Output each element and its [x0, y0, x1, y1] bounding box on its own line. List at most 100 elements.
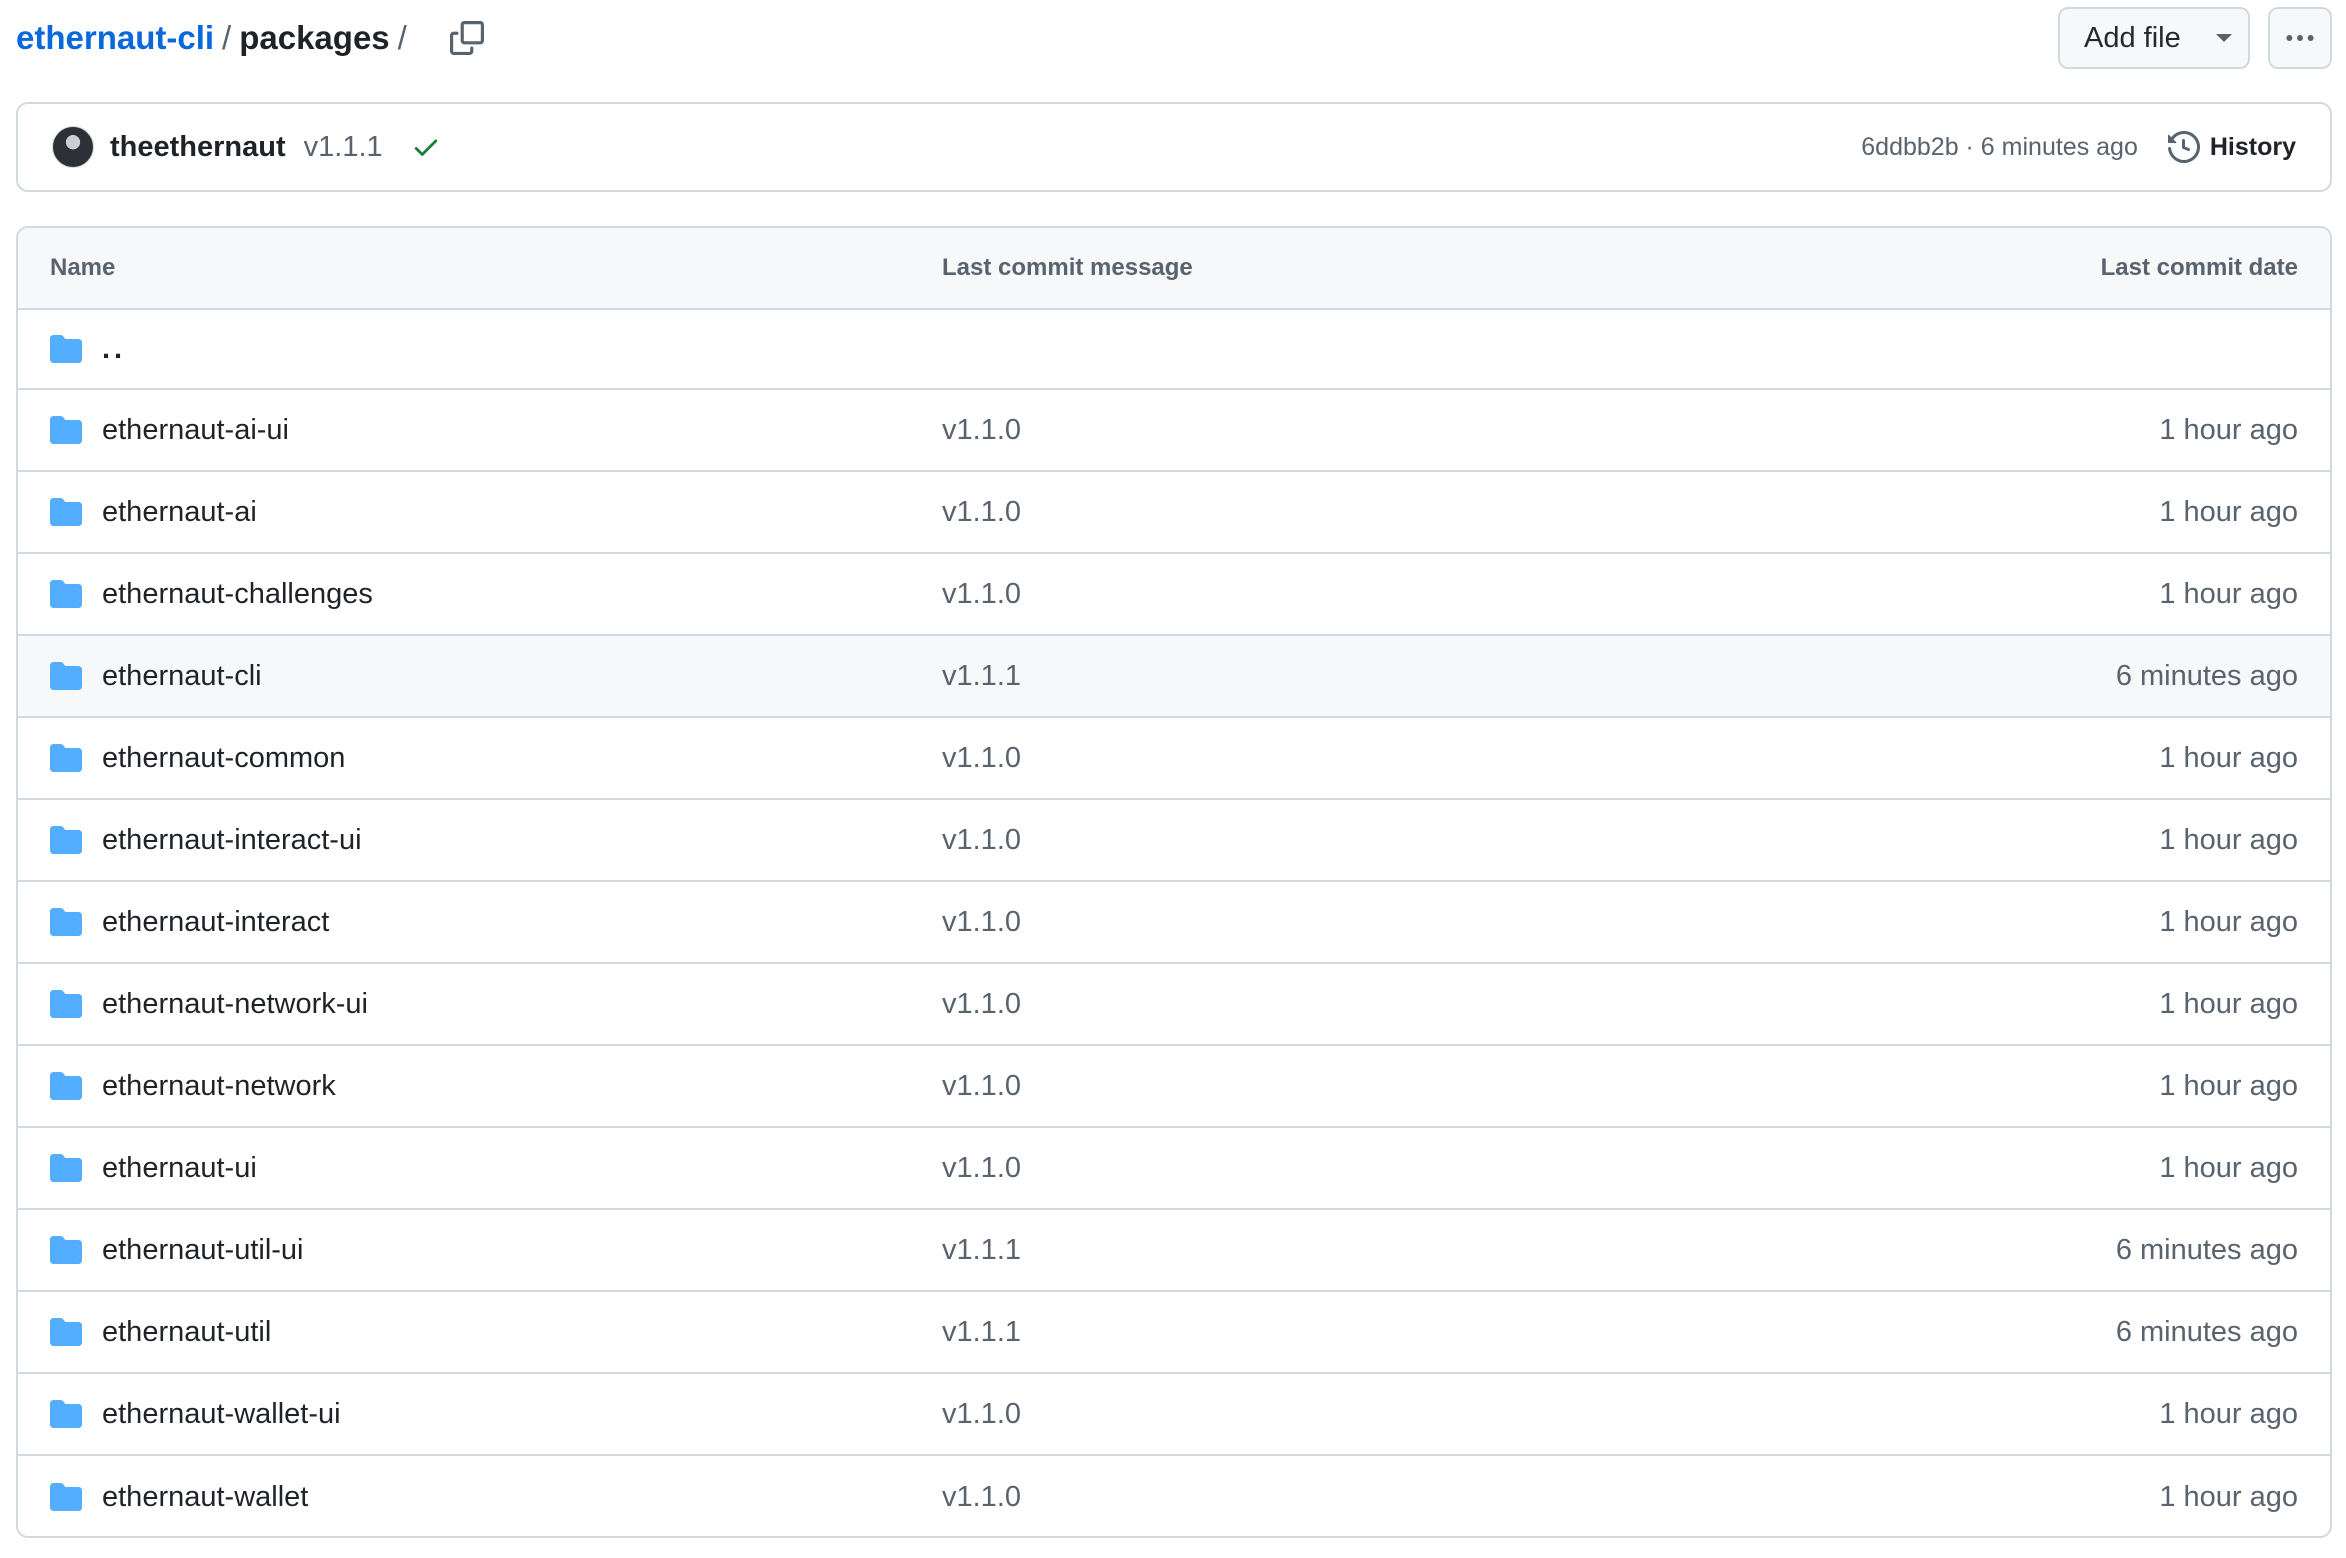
commit-date-cell: 1 hour ago [1830, 742, 2330, 775]
folder-name-link[interactable]: ethernaut-wallet-ui [102, 1398, 341, 1431]
table-row[interactable]: ethernaut-wallet v1.1.0 1 hour ago [18, 1456, 2330, 1536]
name-cell: ethernaut-wallet-ui [18, 1398, 942, 1431]
table-row[interactable]: ethernaut-network v1.1.0 1 hour ago [18, 1046, 2330, 1128]
check-icon[interactable] [411, 132, 441, 162]
top-bar: ethernaut-cli / packages / Add file [16, 0, 2332, 76]
latest-commit-bar: theethernaut v1.1.1 6ddbb2b · 6 minutes … [16, 102, 2332, 192]
table-row[interactable]: ethernaut-challenges v1.1.0 1 hour ago [18, 554, 2330, 636]
commit-date: 1 hour ago [2159, 495, 2298, 528]
top-actions: Add file [2058, 7, 2332, 69]
commit-date: 1 hour ago [2159, 1397, 2298, 1430]
commit-message-cell: v1.1.0 [942, 1070, 1830, 1103]
commit-message-link[interactable]: v1.1.1 [942, 660, 1021, 693]
table-row[interactable]: ethernaut-interact v1.1.0 1 hour ago [18, 882, 2330, 964]
parent-directory-row[interactable]: .. [18, 310, 2330, 390]
commit-date-cell: 1 hour ago [1830, 496, 2330, 529]
commit-sha-time[interactable]: 6ddbb2b · 6 minutes ago [1861, 133, 2138, 162]
commit-message-link[interactable]: v1.1.1 [942, 1234, 1021, 1267]
commit-date-cell: 1 hour ago [1830, 906, 2330, 939]
table-row[interactable]: ethernaut-util v1.1.1 6 minutes ago [18, 1292, 2330, 1374]
commit-date: 1 hour ago [2159, 413, 2298, 446]
commit-date-cell: 1 hour ago [1830, 988, 2330, 1021]
name-cell: ethernaut-ui [18, 1152, 942, 1185]
commit-date-cell: 1 hour ago [1830, 1152, 2330, 1185]
add-file-button[interactable]: Add file [2058, 7, 2250, 69]
folder-name-link[interactable]: ethernaut-ai [102, 496, 257, 529]
folder-name-link[interactable]: ethernaut-network [102, 1070, 336, 1103]
folder-name-link[interactable]: ethernaut-network-ui [102, 988, 368, 1021]
more-options-button[interactable] [2268, 7, 2332, 69]
commit-message-cell: v1.1.0 [942, 496, 1830, 529]
commit-date: 1 hour ago [2159, 1069, 2298, 1102]
table-row[interactable]: ethernaut-interact-ui v1.1.0 1 hour ago [18, 800, 2330, 882]
chevron-down-icon [2216, 34, 2232, 42]
folder-icon [50, 416, 82, 444]
name-cell: ethernaut-network-ui [18, 988, 942, 1021]
commit-message-cell: v1.1.0 [942, 906, 1830, 939]
folder-name-link[interactable]: ethernaut-common [102, 742, 345, 775]
copy-path-button[interactable] [445, 16, 489, 60]
table-row[interactable]: ethernaut-ui v1.1.0 1 hour ago [18, 1128, 2330, 1210]
folder-name-link[interactable]: ethernaut-challenges [102, 578, 373, 611]
folder-icon [50, 662, 82, 690]
commit-author[interactable]: theethernaut [110, 131, 286, 164]
table-row[interactable]: ethernaut-cli v1.1.1 6 minutes ago [18, 636, 2330, 718]
commit-message-link[interactable]: v1.1.0 [942, 1070, 1021, 1103]
folder-name-link[interactable]: ethernaut-wallet [102, 1481, 308, 1514]
folder-name-link[interactable]: ethernaut-cli [102, 660, 262, 693]
commit-right: 6ddbb2b · 6 minutes ago History [1861, 131, 2296, 163]
commit-message-cell: v1.1.0 [942, 824, 1830, 857]
commit-message-link[interactable]: v1.1.0 [942, 1152, 1021, 1185]
commit-message-link[interactable]: v1.1.0 [942, 1481, 1021, 1514]
commit-message-link[interactable]: v1.1.0 [942, 414, 1021, 447]
commit-message-cell: v1.1.0 [942, 1152, 1830, 1185]
commit-message-link[interactable]: v1.1.0 [942, 988, 1021, 1021]
folder-icon [50, 990, 82, 1018]
folder-icon [50, 1318, 82, 1346]
breadcrumb-repo-link[interactable]: ethernaut-cli [16, 19, 214, 57]
commit-message-link[interactable]: v1.1.0 [942, 824, 1021, 857]
commit-message-link[interactable]: v1.1.0 [942, 496, 1021, 529]
commit-message-link[interactable]: v1.1.0 [942, 578, 1021, 611]
commit-date-cell: 1 hour ago [1830, 1398, 2330, 1431]
folder-name-link[interactable]: ethernaut-interact-ui [102, 824, 362, 857]
commit-date-cell: 6 minutes ago [1830, 660, 2330, 693]
folder-name-link[interactable]: ethernaut-util-ui [102, 1234, 304, 1267]
history-button[interactable]: History [2167, 131, 2296, 163]
file-rows: ethernaut-ai-ui v1.1.0 1 hour ago ethernaut… [18, 390, 2330, 1536]
table-row[interactable]: ethernaut-wallet-ui v1.1.0 1 hour ago [18, 1374, 2330, 1456]
commit-message-cell: v1.1.1 [942, 1234, 1830, 1267]
parent-directory-link[interactable]: .. [102, 333, 126, 366]
table-row[interactable]: ethernaut-network-ui v1.1.0 1 hour ago [18, 964, 2330, 1046]
folder-name-link[interactable]: ethernaut-util [102, 1316, 271, 1349]
copy-icon [449, 21, 484, 55]
commit-date: 1 hour ago [2159, 1151, 2298, 1184]
parent-name-cell: .. [18, 333, 942, 366]
folder-name-link[interactable]: ethernaut-ui [102, 1152, 257, 1185]
name-cell: ethernaut-interact [18, 906, 942, 939]
table-row[interactable]: ethernaut-ai v1.1.0 1 hour ago [18, 472, 2330, 554]
commit-date: 6 minutes ago [2115, 1315, 2298, 1348]
table-row[interactable]: ethernaut-common v1.1.0 1 hour ago [18, 718, 2330, 800]
folder-icon [50, 826, 82, 854]
commit-message-link[interactable]: v1.1.0 [942, 1398, 1021, 1431]
commit-message[interactable]: v1.1.1 [304, 131, 383, 164]
avatar[interactable] [52, 126, 94, 168]
commit-date: 6 minutes ago [2115, 1233, 2298, 1266]
commit-message-link[interactable]: v1.1.1 [942, 1316, 1021, 1349]
name-cell: ethernaut-wallet [18, 1481, 942, 1514]
folder-name-link[interactable]: ethernaut-ai-ui [102, 414, 289, 447]
table-row[interactable]: ethernaut-ai-ui v1.1.0 1 hour ago [18, 390, 2330, 472]
commit-message-cell: v1.1.0 [942, 414, 1830, 447]
folder-name-link[interactable]: ethernaut-interact [102, 906, 329, 939]
name-cell: ethernaut-interact-ui [18, 824, 942, 857]
folder-icon [50, 744, 82, 772]
commit-message-cell: v1.1.0 [942, 578, 1830, 611]
commit-message-link[interactable]: v1.1.0 [942, 906, 1021, 939]
commit-date-cell: 1 hour ago [1830, 578, 2330, 611]
commit-message-cell: v1.1.0 [942, 988, 1830, 1021]
breadcrumb: ethernaut-cli / packages / [16, 19, 415, 57]
table-row[interactable]: ethernaut-util-ui v1.1.1 6 minutes ago [18, 1210, 2330, 1292]
commit-message-cell: v1.1.0 [942, 1481, 1830, 1514]
commit-message-link[interactable]: v1.1.0 [942, 742, 1021, 775]
